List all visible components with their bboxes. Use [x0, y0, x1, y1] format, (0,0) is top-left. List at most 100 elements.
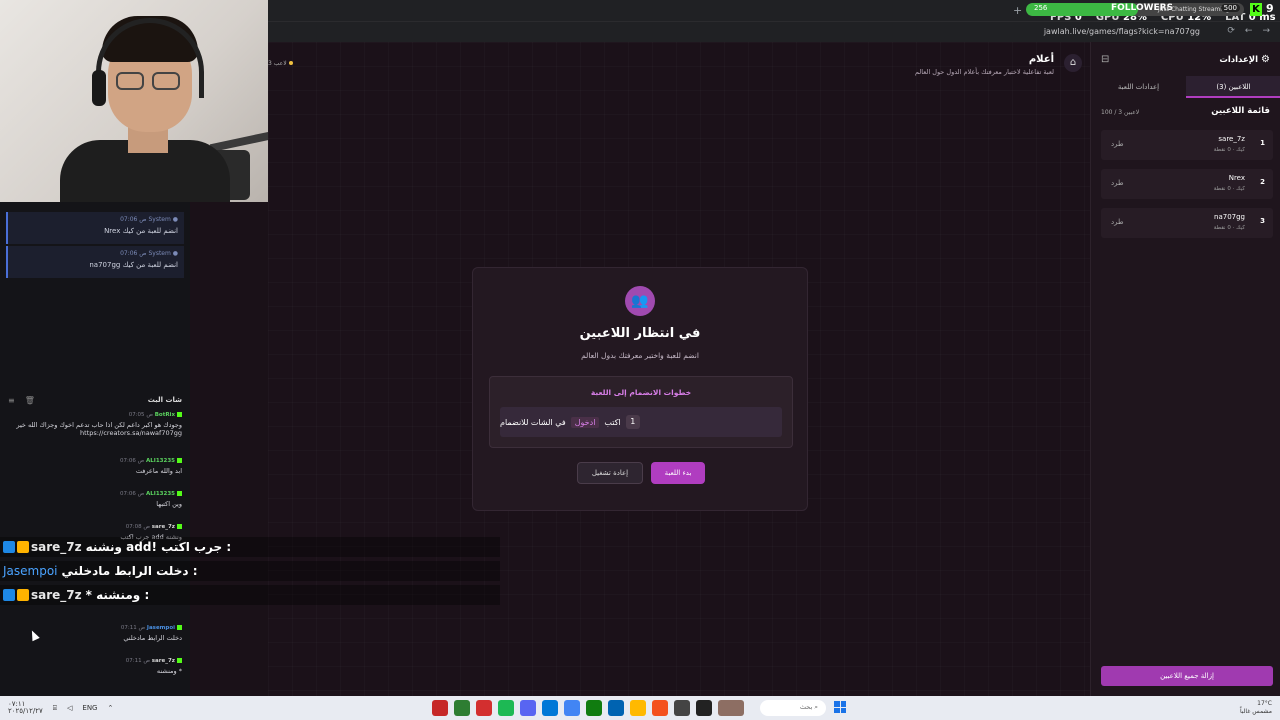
join-steps-box: خطوات الانضمام إلى اللعبة 1 اكتب ادخول ف… [489, 376, 793, 448]
discord-icon[interactable] [520, 700, 536, 716]
back-icon[interactable]: ← [1245, 26, 1253, 36]
forward-icon[interactable]: → [1262, 26, 1270, 36]
list-icon[interactable]: ≡ [8, 396, 15, 405]
reload-icon[interactable]: ⟳ [1227, 26, 1235, 36]
crown-badge-icon [17, 541, 29, 553]
tab-game-settings[interactable]: إعدادات اللعبة [1091, 76, 1186, 98]
weather-widget[interactable]: 17°C مشمس غالباً [1240, 700, 1272, 716]
address-bar[interactable]: jawlah.live/games/flags?kick=na707gg ⟳ ←… [268, 22, 1280, 42]
player-row: طرد na707gg كيك · 0 نقطة 3 [1101, 208, 1273, 238]
settings-panel: ⊟ الإعدادات ⚙ إعدادات اللعبة اللاعبين (3)… [1090, 42, 1280, 696]
step-prefix: اكتب [604, 417, 621, 427]
player-index: 1 [1260, 139, 1265, 147]
home-icon[interactable]: ⌂ [1064, 54, 1082, 72]
chat-message: 07:05 ص BotRix وجودك هو اكبر داعم لكن اذ… [16, 412, 182, 437]
nav-icons: ⟳ ← → [1227, 26, 1270, 36]
webcam-feed [0, 0, 268, 202]
gear-icon: ⚙ [1261, 54, 1270, 65]
app-icon[interactable] [652, 700, 668, 716]
taskbar-apps [432, 700, 744, 716]
left-chat-panel: 07:06 ص System ● Nrex انضم للعبة من كيك … [0, 202, 190, 696]
edge-icon[interactable] [542, 700, 558, 716]
chat-message: 07:06 ص ALI13235 وين اكتبها [120, 491, 182, 508]
player-sub: كيك · 0 نقطة [1213, 186, 1245, 192]
settings-tabs: إعدادات اللعبة اللاعبين (3) [1091, 76, 1280, 98]
chat-message: 07:11 ص sare_7z ومنشنه * [125, 658, 182, 675]
users-icon: 👥 [625, 286, 655, 316]
network-icon[interactable]: ⌸ [53, 704, 57, 713]
player-sub: كيك · 0 نقطة [1213, 147, 1245, 153]
player-name: Nrex [1228, 174, 1245, 182]
start-game-button[interactable]: بدء اللعبة [651, 462, 705, 484]
overlay-chat-line: sare_7z ونشنه add! جرب اكتب : [0, 537, 500, 557]
windows-start-icon[interactable] [834, 701, 846, 713]
modal-title: في انتظار اللاعبين [579, 326, 701, 341]
chat-message: 07:06 ص ALI13235 ابد والله ماعرفت [120, 458, 182, 475]
kick-number: 9 [1266, 2, 1274, 15]
app-icon[interactable] [432, 700, 448, 716]
system-tray: ٠٧:١١ ٢٠٢٥/١٢/٢٧ ⌸ ◁ ENG ⌃ [8, 701, 113, 715]
xbox-icon[interactable] [586, 700, 602, 716]
followers-count: 256 [1034, 4, 1048, 12]
taskbar-search[interactable]: بحث ⌕ [760, 700, 826, 716]
settings-title: الإعدادات ⚙ [1219, 54, 1270, 65]
minecraft-icon[interactable] [454, 700, 470, 716]
player-name: na707gg [1214, 213, 1245, 221]
players-count: 100 / 3 لاعبين [1101, 109, 1140, 116]
store-icon[interactable] [608, 700, 624, 716]
clock[interactable]: ٠٧:١١ ٢٠٢٥/١٢/٢٧ [8, 701, 43, 715]
waiting-modal: 👥 في انتظار اللاعبين انضم للعبة واختبر م… [472, 267, 808, 511]
moderator-badge-icon [3, 589, 15, 601]
modal-subtitle: انضم للعبة واختبر معرفتك بدول العالم [581, 351, 699, 360]
kick-player-button[interactable]: طرد [1111, 218, 1124, 226]
join-step: 1 اكتب ادخول في الشات للانضمام [500, 407, 782, 437]
system-message: 07:06 ص System ● Nrex انضم للعبة من كيك [6, 212, 184, 244]
crown-badge-icon [17, 589, 29, 601]
chevron-up-icon[interactable]: ⌃ [107, 704, 113, 712]
tab-players[interactable]: اللاعبين (3) [1186, 76, 1280, 98]
overlay-chat-line: sare_7z * ومنشنه : [0, 585, 500, 605]
player-row: طرد sare_7z كيك · 0 نقطة 1 [1101, 130, 1273, 160]
screen: + jawlah.live/games/flags?kick=na707gg ⟳… [0, 0, 1280, 720]
new-tab-button[interactable]: + [1013, 4, 1022, 17]
trash-icon[interactable]: 🗑 [25, 396, 35, 405]
game-description: لعبة تفاعلية لاختبار معرفتك بأعلام الدول… [914, 68, 1054, 76]
moderator-badge-icon [3, 541, 15, 553]
kick-player-button[interactable]: طرد [1111, 179, 1124, 187]
volume-icon[interactable]: ◁ [67, 704, 72, 712]
taskview-icon[interactable] [718, 700, 744, 716]
followers-goal-bar: 256 FOLLOWERS Just Chatting Streaming 50… [1026, 3, 1244, 16]
chat-title: شات البث [147, 396, 182, 404]
step-suffix: في الشات للانضمام [500, 417, 566, 427]
explorer-icon[interactable] [630, 700, 646, 716]
overlay-chat-line: Jasempoi دخلت الرابط مادخلني : [0, 561, 500, 581]
step-number: 1 [625, 415, 640, 429]
chrome-icon[interactable] [564, 700, 580, 716]
url-text[interactable]: jawlah.live/games/flags?kick=na707gg [1044, 27, 1200, 36]
kick-player-button[interactable]: طرد [1111, 140, 1124, 148]
player-name: sare_7z [1218, 135, 1245, 143]
remove-all-players-button[interactable]: إزالة جميع اللاعبين [1101, 666, 1273, 686]
player-index: 2 [1260, 178, 1265, 186]
chat-header: ≡ 🗑 شات البث [0, 392, 190, 408]
stream-chat-overlay: sare_7z ونشنه add! جرب اكتب : Jasempoi دخل… [0, 537, 500, 607]
steps-title: خطوات الانضمام إلى اللعبة [590, 388, 692, 397]
game-title: أعلام [1028, 54, 1054, 65]
app-icon[interactable] [476, 700, 492, 716]
reset-button[interactable]: إعادة تشغيل [577, 462, 643, 484]
player-index: 3 [1260, 217, 1265, 225]
followers-goal: 500 [1220, 4, 1240, 12]
system-message: 07:06 ص System ● na707gg انضم للعبة من ك… [6, 246, 184, 278]
obs-icon[interactable] [674, 700, 690, 716]
followers-subtitle: Just Chatting Streaming [1158, 6, 1230, 13]
taskbar: ٠٧:١١ ٢٠٢٥/١٢/٢٧ ⌸ ◁ ENG ⌃ بحث ⌕ 17°C مشمس… [0, 696, 1280, 720]
language-indicator[interactable]: ENG [82, 704, 97, 712]
spotify-icon[interactable] [498, 700, 514, 716]
headphones-cup [92, 70, 106, 106]
collapse-panel-icon[interactable]: ⊟ [1101, 54, 1109, 65]
step-command: ادخول [570, 416, 600, 428]
players-list-title: قائمة اللاعبين [1211, 106, 1270, 116]
app-icon[interactable] [696, 700, 712, 716]
player-row: طرد Nrex كيك · 0 نقطة 2 [1101, 169, 1273, 199]
players-count-badge: 3 لاعب [268, 60, 293, 67]
